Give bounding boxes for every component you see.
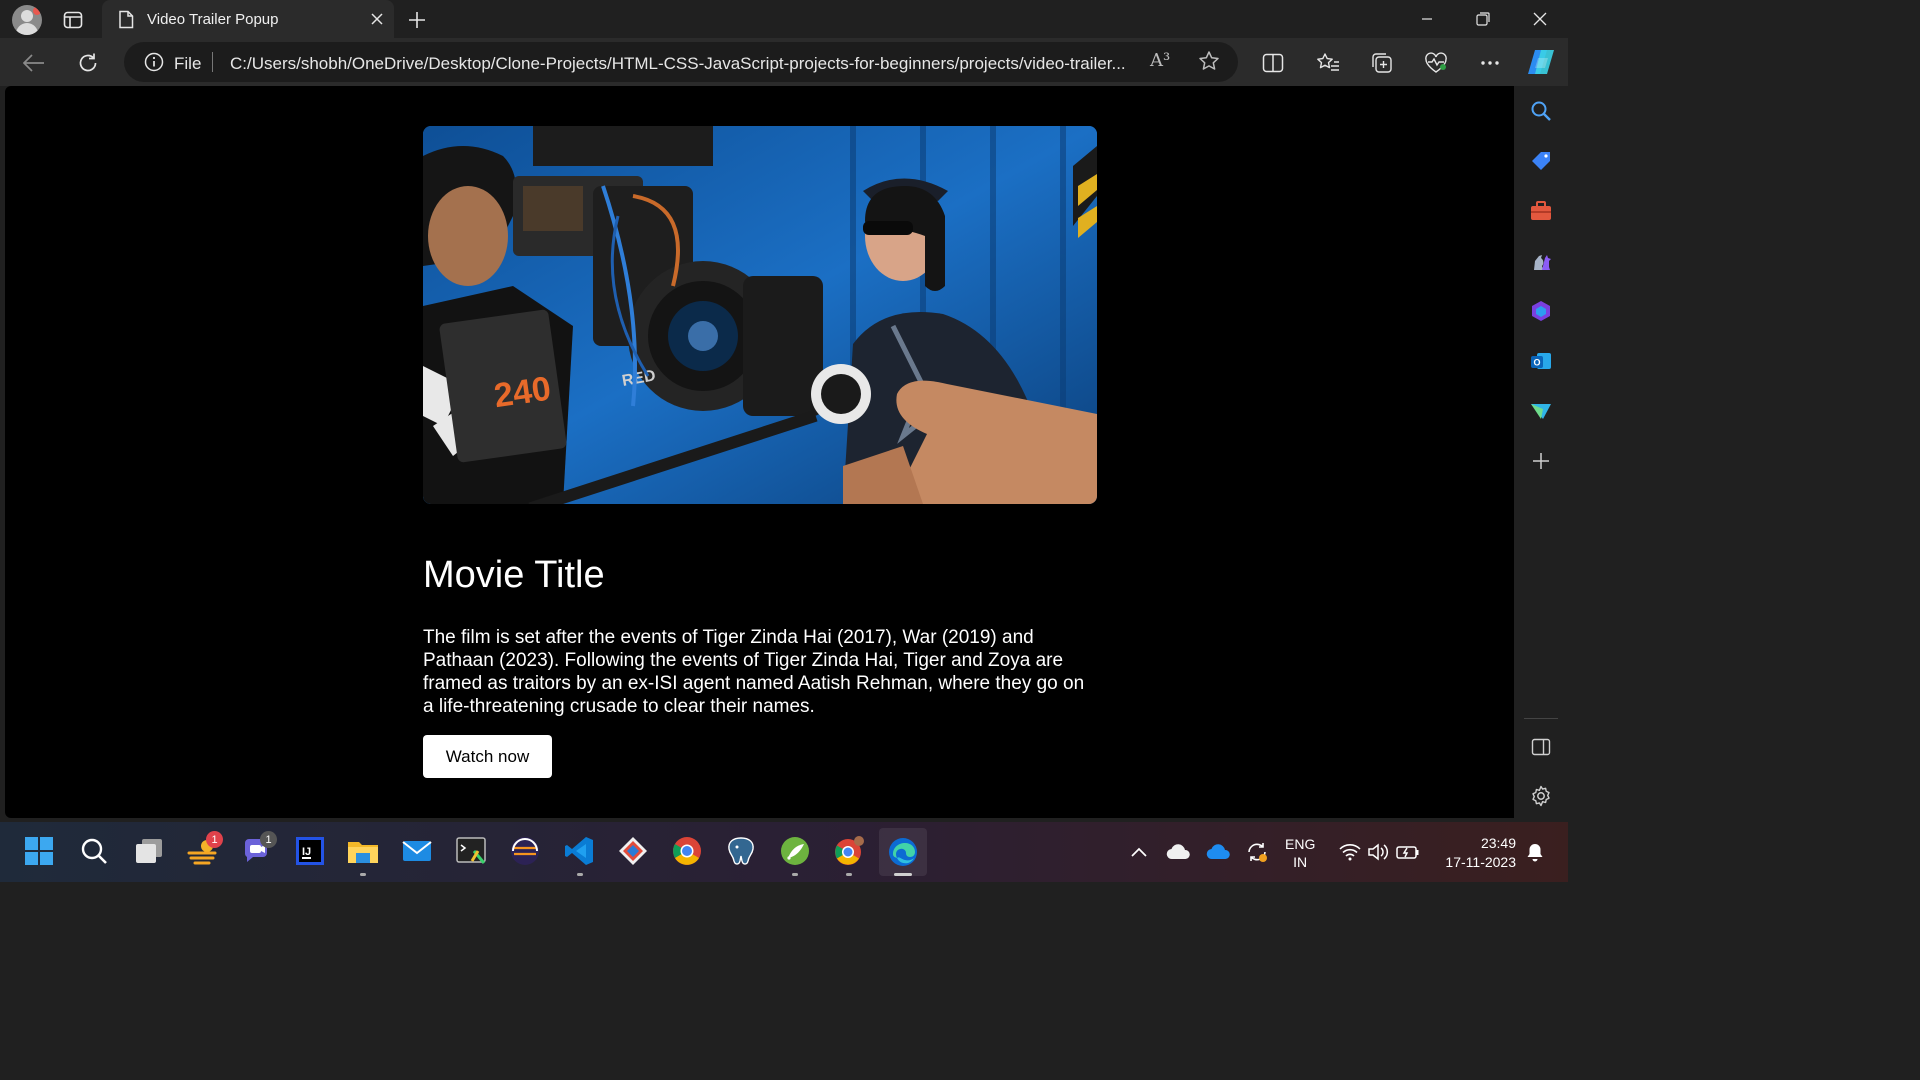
- send-drop-icon[interactable]: [1528, 398, 1554, 424]
- vscode-icon[interactable]: [562, 834, 596, 868]
- shopping-tag-icon[interactable]: [1528, 148, 1554, 174]
- notifications-bell-icon[interactable]: [1521, 838, 1549, 866]
- edge-browser-icon[interactable]: [879, 828, 927, 876]
- close-window-button[interactable]: [1512, 0, 1568, 38]
- close-tab-icon[interactable]: [368, 10, 386, 28]
- page-viewport: 240 RED Movie Title The film is set afte…: [5, 86, 1514, 818]
- microsoft-365-icon[interactable]: [1528, 298, 1554, 324]
- file-explorer-icon[interactable]: [346, 834, 380, 868]
- scheme-label: File: [174, 54, 202, 73]
- hide-sidebar-icon[interactable]: [1528, 734, 1554, 760]
- browser-toolbar: File C:/Users/shobh/OneDrive/Desktop/Clo…: [0, 38, 1568, 86]
- show-hidden-icons-chevron-icon[interactable]: [1125, 838, 1153, 866]
- more-options-icon[interactable]: [1475, 48, 1505, 78]
- movie-title: Movie Title: [423, 554, 605, 596]
- settings-gear-icon[interactable]: [1528, 783, 1554, 809]
- search-icon[interactable]: [1528, 98, 1554, 124]
- snipping-tool-icon[interactable]: [454, 834, 488, 868]
- profile-avatar[interactable]: [12, 5, 42, 35]
- movie-description: The film is set after the events of Tige…: [423, 627, 1085, 717]
- notification-dot: [33, 7, 41, 15]
- copilot-icon[interactable]: [1525, 46, 1557, 78]
- mail-icon[interactable]: [400, 834, 434, 868]
- clock-time: 23:49: [1480, 835, 1516, 851]
- tools-briefcase-icon[interactable]: [1528, 198, 1554, 224]
- add-icon[interactable]: [1528, 448, 1554, 474]
- favorites-icon[interactable]: [1313, 48, 1343, 78]
- read-aloud-icon[interactable]: A³: [1150, 50, 1170, 71]
- sync-status-icon[interactable]: [1243, 838, 1271, 866]
- language-code: ENG: [1285, 836, 1316, 852]
- widgets-icon[interactable]: 1: [185, 831, 223, 868]
- postgresql-icon[interactable]: [724, 834, 758, 868]
- battery-label: 240: [492, 370, 553, 416]
- minimize-button[interactable]: [1399, 0, 1455, 38]
- git-kraken-icon[interactable]: [616, 834, 650, 868]
- system-clock[interactable]: 23:49 17-11-2023: [1434, 834, 1516, 872]
- page-icon: [118, 10, 134, 34]
- refresh-icon[interactable]: [73, 48, 103, 78]
- favorite-star-icon[interactable]: [1198, 50, 1220, 77]
- back-arrow-icon[interactable]: [19, 48, 49, 78]
- svg-text:IJ: IJ: [302, 846, 311, 858]
- edge-sidebar: O: [1514, 86, 1568, 822]
- language-region: IN: [1293, 854, 1308, 870]
- new-tab-button[interactable]: [404, 7, 430, 33]
- split-screen-icon[interactable]: [1258, 48, 1288, 78]
- chrome-icon[interactable]: [670, 834, 704, 868]
- watch-now-button[interactable]: Watch now: [423, 735, 552, 778]
- collections-icon[interactable]: [1367, 48, 1397, 78]
- spring-tool-icon[interactable]: [778, 834, 812, 868]
- onedrive-personal-icon[interactable]: [1164, 838, 1192, 866]
- teams-badge: 1: [260, 831, 277, 848]
- eclipse-icon[interactable]: [508, 834, 542, 868]
- outlook-icon[interactable]: O: [1528, 348, 1554, 374]
- tab-actions-icon[interactable]: [60, 8, 86, 32]
- address-bar[interactable]: File C:/Users/shobh/OneDrive/Desktop/Clo…: [124, 42, 1238, 82]
- intellij-icon[interactable]: IJ: [293, 834, 327, 868]
- taskbar-search-icon[interactable]: [77, 834, 111, 868]
- task-view-icon[interactable]: [132, 834, 166, 868]
- volume-icon[interactable]: [1364, 838, 1392, 866]
- browser-essentials-icon[interactable]: [1421, 48, 1451, 78]
- restore-button[interactable]: [1455, 0, 1511, 38]
- svg-text:O: O: [1533, 358, 1540, 368]
- start-windows-icon[interactable]: [22, 834, 56, 868]
- tab-video-trailer[interactable]: Video Trailer Popup: [102, 0, 394, 38]
- widgets-badge: 1: [206, 831, 223, 848]
- games-chess-icon[interactable]: [1528, 248, 1554, 274]
- wifi-icon[interactable]: [1336, 838, 1364, 866]
- chrome-profile-icon[interactable]: [832, 834, 866, 868]
- language-indicator[interactable]: ENG IN: [1285, 835, 1315, 871]
- clock-date: 17-11-2023: [1445, 854, 1516, 870]
- site-info-icon[interactable]: [144, 52, 164, 77]
- teams-chat-icon[interactable]: 1: [239, 831, 277, 868]
- windows-taskbar: 1 1 IJ ENG IN 23:49 17-11-2023: [0, 822, 1568, 882]
- battery-icon[interactable]: [1394, 838, 1422, 866]
- url-text[interactable]: C:/Users/shobh/OneDrive/Desktop/Clone-Pr…: [230, 54, 1126, 74]
- address-divider: [212, 52, 213, 72]
- hero-image: 240 RED: [423, 126, 1097, 504]
- title-bar: Video Trailer Popup: [0, 0, 1568, 38]
- tab-title: Video Trailer Popup: [147, 11, 279, 28]
- onedrive-business-icon[interactable]: [1204, 838, 1232, 866]
- sidebar-divider: [1524, 718, 1558, 719]
